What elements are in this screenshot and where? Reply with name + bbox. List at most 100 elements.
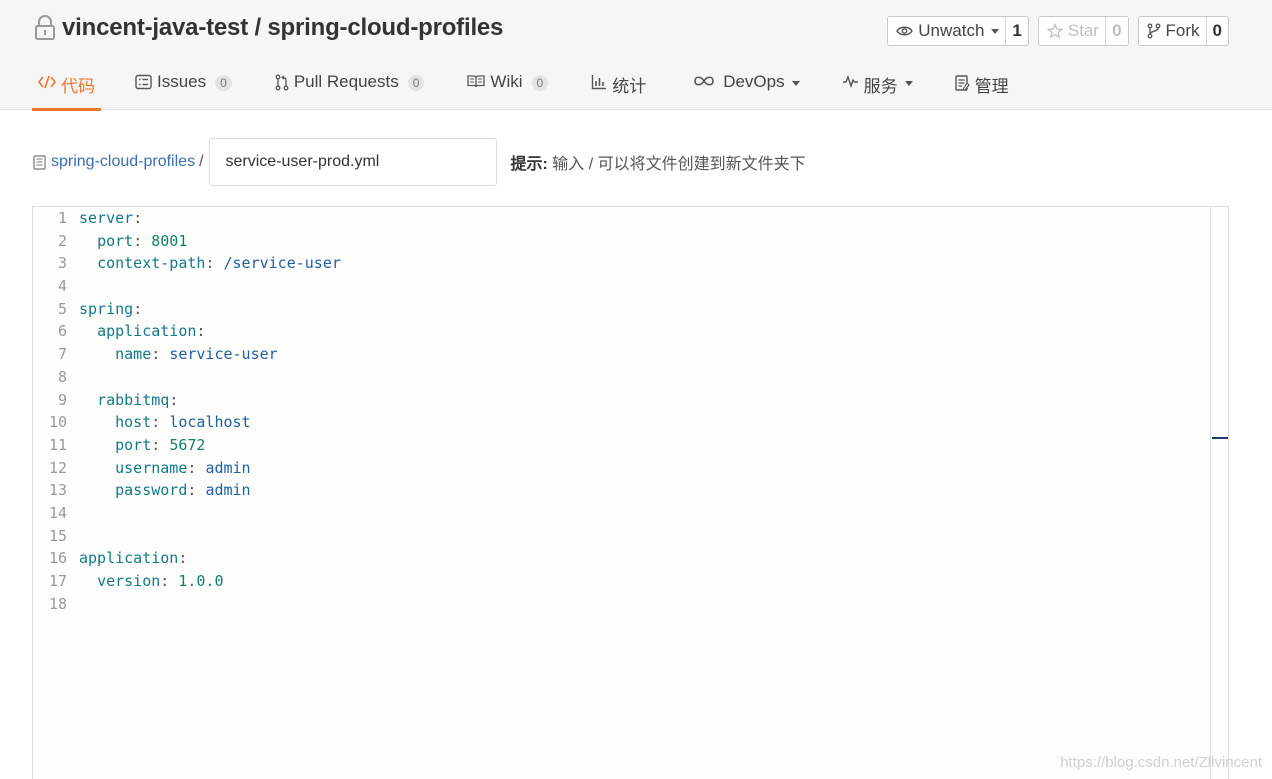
yaml-value: /service-user — [223, 254, 341, 273]
tab-devops-label: DevOps — [723, 72, 785, 91]
yaml-colon: : — [133, 231, 143, 250]
yaml-colon: : — [178, 549, 188, 568]
yaml-key: username — [115, 458, 188, 477]
code-text: name: service-user — [79, 343, 278, 366]
tab-services[interactable]: 服务 — [842, 64, 913, 110]
yaml-colon: : — [160, 572, 170, 590]
fork-label: Fork — [1165, 21, 1200, 40]
yaml-colon: : — [205, 254, 215, 273]
yaml-key: application — [79, 549, 179, 568]
code-line: 1 server: — [33, 207, 341, 230]
yaml-value: admin — [205, 458, 251, 477]
tab-issues-label: Issues — [157, 72, 207, 91]
star-label: Star — [1067, 21, 1100, 40]
chart-icon — [592, 75, 607, 90]
chevron-down-icon — [991, 28, 1000, 34]
tab-pull-requests[interactable]: Pull Requests 0 — [275, 64, 425, 110]
line-number: 3 — [57, 254, 67, 273]
code-line: 11 port: 5672 — [33, 434, 341, 457]
yaml-colon: : — [133, 299, 143, 318]
yaml-key: spring — [79, 299, 134, 318]
code-line: 6 application: — [33, 320, 341, 343]
watch-button[interactable]: Unwatch 1 — [887, 16, 1029, 46]
tab-wiki[interactable]: Wiki 0 — [467, 64, 549, 110]
code-line: 15 — [33, 525, 341, 548]
scrollbar-marker — [1212, 437, 1228, 439]
fork-button[interactable]: Fork 0 — [1137, 16, 1229, 46]
yaml-key: context-path — [97, 254, 206, 273]
editor-scrollbar[interactable] — [1210, 207, 1228, 779]
code-line: 2 port: 8001 — [33, 230, 341, 253]
line-number: 14 — [48, 503, 67, 522]
repo-owner-link[interactable]: vincent-java-test — [62, 14, 248, 41]
repo-name-link[interactable]: spring-cloud-profiles — [267, 14, 503, 41]
code-text: rabbitmq: — [79, 389, 178, 412]
infinity-icon — [694, 76, 715, 86]
yaml-key: host — [115, 413, 152, 432]
yaml-key: rabbitmq — [97, 390, 170, 409]
star-count[interactable]: 0 — [1106, 17, 1127, 45]
line-number: 4 — [57, 277, 67, 296]
yaml-value: service-user — [169, 345, 278, 364]
code-text: username: admin — [79, 457, 251, 480]
watch-count[interactable]: 1 — [1006, 17, 1027, 45]
yaml-value: admin — [205, 481, 251, 500]
filename-input[interactable] — [208, 138, 497, 186]
yaml-colon: : — [151, 435, 161, 454]
repo-actions: Unwatch 1 Star 0 Fork 0 — [887, 16, 1229, 46]
code-text: application: — [79, 320, 205, 343]
pulse-icon — [842, 74, 858, 88]
tab-issues[interactable]: Issues 0 — [135, 64, 232, 110]
code-line: 7 name: service-user — [33, 343, 341, 366]
line-number: 1 — [57, 209, 67, 227]
tab-code[interactable]: 代码 — [32, 64, 101, 111]
code-line: 4 — [33, 275, 341, 298]
tab-admin[interactable]: 管理 — [954, 64, 1009, 110]
watch-label: Unwatch — [918, 21, 985, 40]
code-icon — [38, 75, 56, 89]
yaml-key: name — [115, 345, 152, 364]
code-line: 10 host: localhost — [33, 411, 341, 434]
line-number: 2 — [57, 231, 67, 250]
code-text: server: — [79, 207, 142, 230]
tab-devops[interactable]: DevOps — [693, 64, 800, 110]
chevron-down-icon — [904, 81, 913, 86]
code-content[interactable]: 1 server: 2 port: 8001 3 context-path: /ser… — [33, 207, 341, 615]
code-line: 17 version: 1.0.0 — [33, 570, 341, 593]
fork-icon — [1147, 23, 1160, 39]
issues-count-badge: 0 — [215, 75, 232, 91]
yaml-key: version — [97, 572, 161, 590]
yaml-key: application — [97, 322, 197, 341]
code-text: application: — [79, 547, 187, 570]
line-number: 12 — [48, 458, 67, 477]
star-button[interactable]: Star 0 — [1037, 16, 1129, 46]
hint-text: 输入 / 可以将文件创建到新文件夹下 — [547, 156, 806, 173]
line-number: 7 — [57, 345, 67, 364]
line-number: 17 — [48, 572, 67, 590]
code-editor[interactable]: 1 server: 2 port: 8001 3 context-path: /ser… — [32, 206, 1229, 779]
line-number: 11 — [48, 435, 67, 454]
code-line: 16 application: — [33, 547, 341, 570]
tab-services-label: 服务 — [863, 77, 898, 96]
tab-stats-label: 统计 — [612, 77, 647, 96]
breadcrumb-repo-link[interactable]: spring-cloud-profiles — [51, 153, 195, 171]
line-number: 5 — [57, 299, 67, 318]
filename-hint: 提示: 输入 / 可以将文件创建到新文件夹下 — [511, 150, 806, 174]
line-number: 18 — [48, 594, 67, 613]
hint-label: 提示: — [510, 156, 548, 173]
code-text: port: 5672 — [79, 434, 205, 457]
tab-stats[interactable]: 统计 — [591, 64, 646, 110]
tab-code-label: 代码 — [61, 77, 95, 96]
line-number: 15 — [48, 526, 67, 545]
fork-count[interactable]: 0 — [1207, 17, 1228, 45]
tab-pull-requests-label: Pull Requests — [293, 72, 399, 91]
lock-icon — [35, 15, 55, 40]
code-text: password: admin — [79, 479, 251, 502]
